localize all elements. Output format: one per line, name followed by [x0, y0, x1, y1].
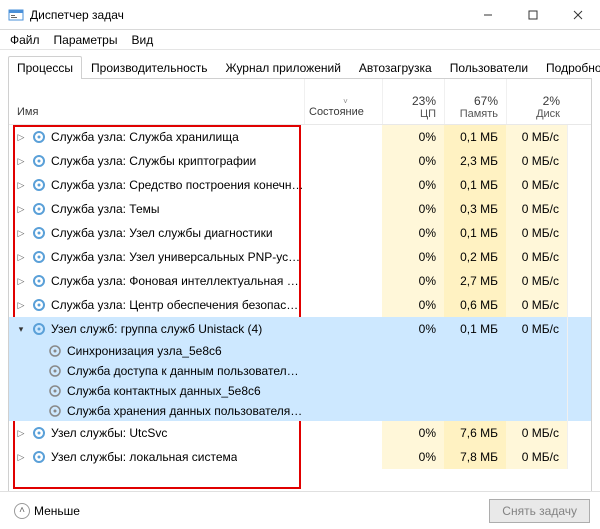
table-row[interactable]: ▷Служба узла: Службы криптографии 0%2,3 … [9, 149, 591, 173]
sort-indicator-icon: ˅ [309, 98, 382, 106]
service-icon [47, 383, 63, 399]
menu-file[interactable]: Файл [4, 31, 46, 49]
close-button[interactable] [555, 0, 600, 30]
gear-icon [31, 153, 47, 169]
col-name[interactable]: Имя [9, 79, 304, 124]
col-status[interactable]: ˅ Состояние [304, 79, 382, 124]
tab-details[interactable]: Подробности [537, 56, 600, 79]
gear-icon [31, 297, 47, 313]
gear-icon [31, 321, 47, 337]
gear-icon [31, 249, 47, 265]
taskmgr-icon [8, 7, 24, 23]
gear-icon [31, 129, 47, 145]
tab-users[interactable]: Пользователи [441, 56, 537, 79]
gear-icon [31, 225, 47, 241]
tab-startup[interactable]: Автозагрузка [350, 56, 441, 79]
column-header: Имя ˅ Состояние 23% ЦП 67% Память 2% Дис… [9, 79, 591, 125]
expand-icon[interactable]: ▷ [15, 452, 27, 463]
chevron-up-icon: ˄ [14, 503, 30, 519]
expand-icon[interactable]: ▷ [15, 252, 27, 263]
window-title: Диспетчер задач [30, 8, 124, 22]
expand-icon[interactable]: ▷ [15, 428, 27, 439]
footer-bar: ˄ Меньше Снять задачу [0, 491, 600, 529]
expand-icon[interactable]: ▷ [15, 228, 27, 239]
gear-icon [31, 449, 47, 465]
table-row-selected[interactable]: ▾Узел служб: группа служб Unistack (4) 0… [9, 317, 591, 341]
minimize-button[interactable] [465, 0, 510, 30]
col-cpu[interactable]: 23% ЦП [382, 79, 444, 124]
maximize-button[interactable] [510, 0, 555, 30]
tab-processes[interactable]: Процессы [8, 56, 82, 79]
col-memory[interactable]: 67% Память [444, 79, 506, 124]
table-row[interactable]: ▷Служба узла: Средство построения конечн… [9, 173, 591, 197]
service-icon [47, 403, 63, 419]
menu-options[interactable]: Параметры [48, 31, 124, 49]
gear-icon [31, 201, 47, 217]
expand-icon[interactable]: ▷ [15, 276, 27, 287]
service-icon [47, 343, 63, 359]
titlebar: Диспетчер задач [0, 0, 600, 30]
service-icon [47, 363, 63, 379]
table-row[interactable]: ▷Служба узла: Служба хранилища 0%0,1 МБ0… [9, 125, 591, 149]
menubar: Файл Параметры Вид [0, 30, 600, 50]
menu-view[interactable]: Вид [125, 31, 159, 49]
tab-body: Имя ˅ Состояние 23% ЦП 67% Память 2% Дис… [8, 79, 592, 497]
end-task-button[interactable]: Снять задачу [489, 499, 590, 523]
child-row[interactable]: Служба доступа к данным пользователя_… [9, 361, 591, 381]
expand-icon[interactable]: ▷ [15, 180, 27, 191]
expand-icon[interactable]: ▷ [15, 156, 27, 167]
tab-performance[interactable]: Производительность [82, 56, 216, 79]
table-row[interactable]: ▷Служба узла: Темы 0%0,3 МБ0 МБ/с [9, 197, 591, 221]
table-row[interactable]: ▷Служба узла: Узел универсальных PNP-уст… [9, 245, 591, 269]
table-row[interactable]: ▷Служба узла: Узел службы диагностики 0%… [9, 221, 591, 245]
fewer-details-button[interactable]: ˄ Меньше [14, 503, 80, 519]
child-row[interactable]: Синхронизация узла_5e8c6 [9, 341, 591, 361]
gear-icon [31, 425, 47, 441]
expand-icon[interactable]: ▷ [15, 132, 27, 143]
expand-icon[interactable]: ▷ [15, 204, 27, 215]
child-row[interactable]: Служба контактных данных_5e8c6 [9, 381, 591, 401]
expand-icon[interactable]: ▷ [15, 300, 27, 311]
table-row[interactable]: ▷Служба узла: Центр обеспечения безопасн… [9, 293, 591, 317]
table-row[interactable]: ▷Узел службы: локальная система 0%7,8 МБ… [9, 445, 591, 469]
table-row[interactable]: ▷Узел службы: UtcSvc 0%7,6 МБ0 МБ/с [9, 421, 591, 445]
child-row[interactable]: Служба хранения данных пользователя_5… [9, 401, 591, 421]
table-row[interactable]: ▷Служба узла: Фоновая интеллектуальная с… [9, 269, 591, 293]
tab-app-history[interactable]: Журнал приложений [217, 56, 350, 79]
process-list: ▷Служба узла: Служба хранилища 0%0,1 МБ0… [9, 125, 591, 496]
gear-icon [31, 273, 47, 289]
gear-icon [31, 177, 47, 193]
tab-strip: Процессы Производительность Журнал прило… [8, 56, 592, 79]
col-disk[interactable]: 2% Диск [506, 79, 568, 124]
collapse-icon[interactable]: ▾ [15, 324, 27, 335]
